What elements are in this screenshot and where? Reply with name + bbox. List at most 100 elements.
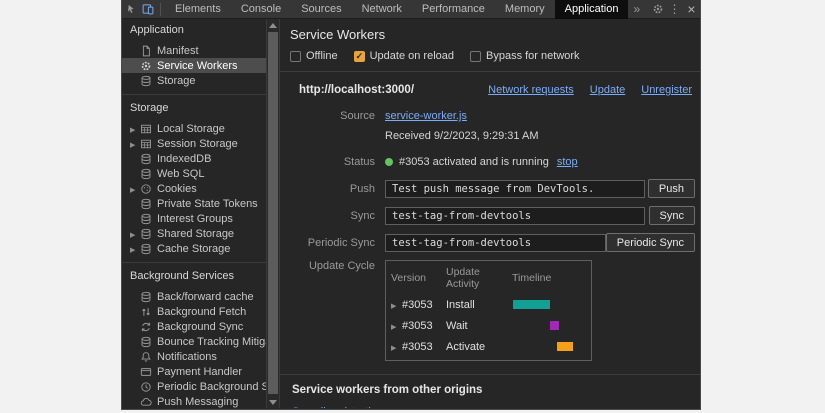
- close-icon[interactable]: [683, 1, 700, 18]
- unregister-link[interactable]: Unregister: [641, 84, 692, 96]
- database-icon: [140, 243, 152, 255]
- device-toolbar-icon[interactable]: [139, 1, 156, 18]
- sidebar-item-indexeddb[interactable]: IndexedDB: [122, 151, 266, 166]
- sidebar-item-manifest[interactable]: Manifest: [122, 43, 266, 58]
- service-workers-panel: Service Workers Offline Update on reload…: [279, 19, 700, 408]
- source-row: Source service-worker.js: [280, 110, 700, 122]
- tab-console[interactable]: Console: [231, 0, 291, 19]
- expander-icon[interactable]: [391, 341, 402, 353]
- checkbox-label: Offline: [306, 50, 338, 62]
- tab-memory[interactable]: Memory: [495, 0, 555, 19]
- sidebar-item-service-workers[interactable]: Service Workers: [122, 58, 266, 73]
- checkbox-box[interactable]: [290, 51, 301, 62]
- sidebar-item-label: IndexedDB: [157, 153, 211, 165]
- source-label: Source: [280, 110, 375, 122]
- version-cell: #3053: [402, 299, 433, 311]
- see-all-registrations-link[interactable]: See all registrations: [292, 406, 389, 408]
- scrollbar-thumb[interactable]: [268, 32, 278, 394]
- periodic-sync-row: Periodic Sync Periodic Sync: [280, 233, 700, 252]
- checkbox-box[interactable]: [470, 51, 481, 62]
- scroll-up-button[interactable]: [267, 19, 279, 31]
- scroll-down-button[interactable]: [267, 396, 279, 408]
- table-row: #3053 Wait: [391, 319, 586, 332]
- sidebar-item-back-forward-cache[interactable]: Back/forward cache: [122, 289, 266, 304]
- activity-cell: Wait: [446, 320, 512, 332]
- sidebar-item-background-fetch[interactable]: Background Fetch: [122, 304, 266, 319]
- push-button[interactable]: Push: [648, 179, 695, 198]
- sidebar-item-label: Periodic Background Sync: [157, 381, 266, 393]
- sidebar-section-background-services: Background Services Back/forward cache B…: [122, 262, 266, 408]
- update-link[interactable]: Update: [590, 84, 625, 96]
- offline-checkbox[interactable]: Offline: [290, 50, 338, 62]
- update-on-reload-checkbox[interactable]: Update on reload: [354, 50, 454, 62]
- section-title: Background Services: [122, 269, 266, 283]
- push-message-input[interactable]: [385, 180, 645, 198]
- checkbox-label: Bypass for network: [486, 50, 580, 62]
- received-timestamp: Received 9/2/2023, 9:29:31 AM: [385, 130, 539, 142]
- tab-elements[interactable]: Elements: [165, 0, 231, 19]
- received-row: Received 9/2/2023, 9:29:31 AM: [280, 130, 700, 142]
- update-cycle-row: Update Cycle Version Update Activity Tim…: [280, 260, 700, 361]
- sidebar-item-interest-groups[interactable]: Interest Groups: [122, 211, 266, 226]
- network-requests-link[interactable]: Network requests: [488, 84, 574, 96]
- sync-button[interactable]: Sync: [649, 206, 695, 225]
- expander-icon[interactable]: [130, 183, 140, 195]
- update-cycle-table: Version Update Activity Timeline #3053 I…: [385, 260, 592, 361]
- stop-link[interactable]: stop: [557, 156, 578, 168]
- sidebar-item-storage[interactable]: Storage: [122, 73, 266, 88]
- sidebar-item-payment-handler[interactable]: Payment Handler: [122, 364, 266, 379]
- expander-icon[interactable]: [130, 228, 140, 240]
- sync-row: Sync Sync: [280, 206, 700, 225]
- sidebar-item-label: Web SQL: [157, 168, 205, 180]
- kebab-menu-icon[interactable]: [666, 1, 683, 18]
- inspect-icon[interactable]: [122, 1, 139, 18]
- sidebar-item-label: Interest Groups: [157, 213, 233, 225]
- devtools-window: Elements Console Sources Network Perform…: [122, 0, 700, 409]
- checkbox-row: Offline Update on reload Bypass for netw…: [290, 50, 690, 71]
- section-title: Storage: [122, 101, 266, 115]
- sidebar-item-label: Session Storage: [157, 138, 238, 150]
- sidebar-item-periodic-background-sync[interactable]: Periodic Background Sync: [122, 379, 266, 394]
- expander-icon[interactable]: [391, 320, 402, 332]
- sidebar-scrollbar[interactable]: [266, 19, 279, 408]
- sidebar-item-push-messaging[interactable]: Push Messaging: [122, 394, 266, 408]
- database-icon: [140, 228, 152, 240]
- checkbox-box[interactable]: [354, 51, 365, 62]
- sidebar-item-background-sync[interactable]: Background Sync: [122, 319, 266, 334]
- tab-sources[interactable]: Sources: [291, 0, 351, 19]
- expander-icon[interactable]: [130, 138, 140, 150]
- table-icon: [140, 138, 152, 150]
- sidebar-item-notifications[interactable]: Notifications: [122, 349, 266, 364]
- tab-performance[interactable]: Performance: [412, 0, 495, 19]
- sidebar-item-shared-storage[interactable]: Shared Storage: [122, 226, 266, 241]
- table-icon: [140, 123, 152, 135]
- periodic-sync-tag-input[interactable]: [385, 234, 606, 252]
- sidebar-item-web-sql[interactable]: Web SQL: [122, 166, 266, 181]
- timeline-bar-wait: [550, 321, 559, 330]
- sidebar-item-session-storage[interactable]: Session Storage: [122, 136, 266, 151]
- bypass-for-network-checkbox[interactable]: Bypass for network: [470, 50, 580, 62]
- more-tabs-chevron-icon[interactable]: [628, 2, 645, 16]
- panel-header: Service Workers Offline Update on reload…: [280, 19, 700, 72]
- sidebar-item-private-state-tokens[interactable]: Private State Tokens: [122, 196, 266, 211]
- expander-icon[interactable]: [130, 243, 140, 255]
- sidebar-item-cache-storage[interactable]: Cache Storage: [122, 241, 266, 256]
- document-icon: [140, 45, 152, 57]
- origin-links: Network requests Update Unregister: [488, 84, 692, 96]
- sidebar-item-bounce-tracking-mitigations[interactable]: Bounce Tracking Mitigations: [122, 334, 266, 349]
- sidebar-item-local-storage[interactable]: Local Storage: [122, 121, 266, 136]
- sync-tag-input[interactable]: [385, 207, 645, 225]
- push-label: Push: [280, 183, 375, 195]
- tab-application[interactable]: Application: [555, 0, 629, 19]
- sidebar-item-cookies[interactable]: Cookies: [122, 181, 266, 196]
- toolbar-divider: [160, 3, 161, 16]
- table-row: #3053 Activate: [391, 340, 586, 353]
- tab-network[interactable]: Network: [352, 0, 412, 19]
- expander-icon[interactable]: [391, 299, 402, 311]
- periodic-sync-button[interactable]: Periodic Sync: [606, 233, 695, 252]
- database-icon: [140, 336, 152, 348]
- expander-icon[interactable]: [130, 123, 140, 135]
- settings-gear-icon[interactable]: [649, 1, 666, 18]
- source-file-link[interactable]: service-worker.js: [385, 110, 467, 122]
- column-header-version: Version: [391, 272, 446, 284]
